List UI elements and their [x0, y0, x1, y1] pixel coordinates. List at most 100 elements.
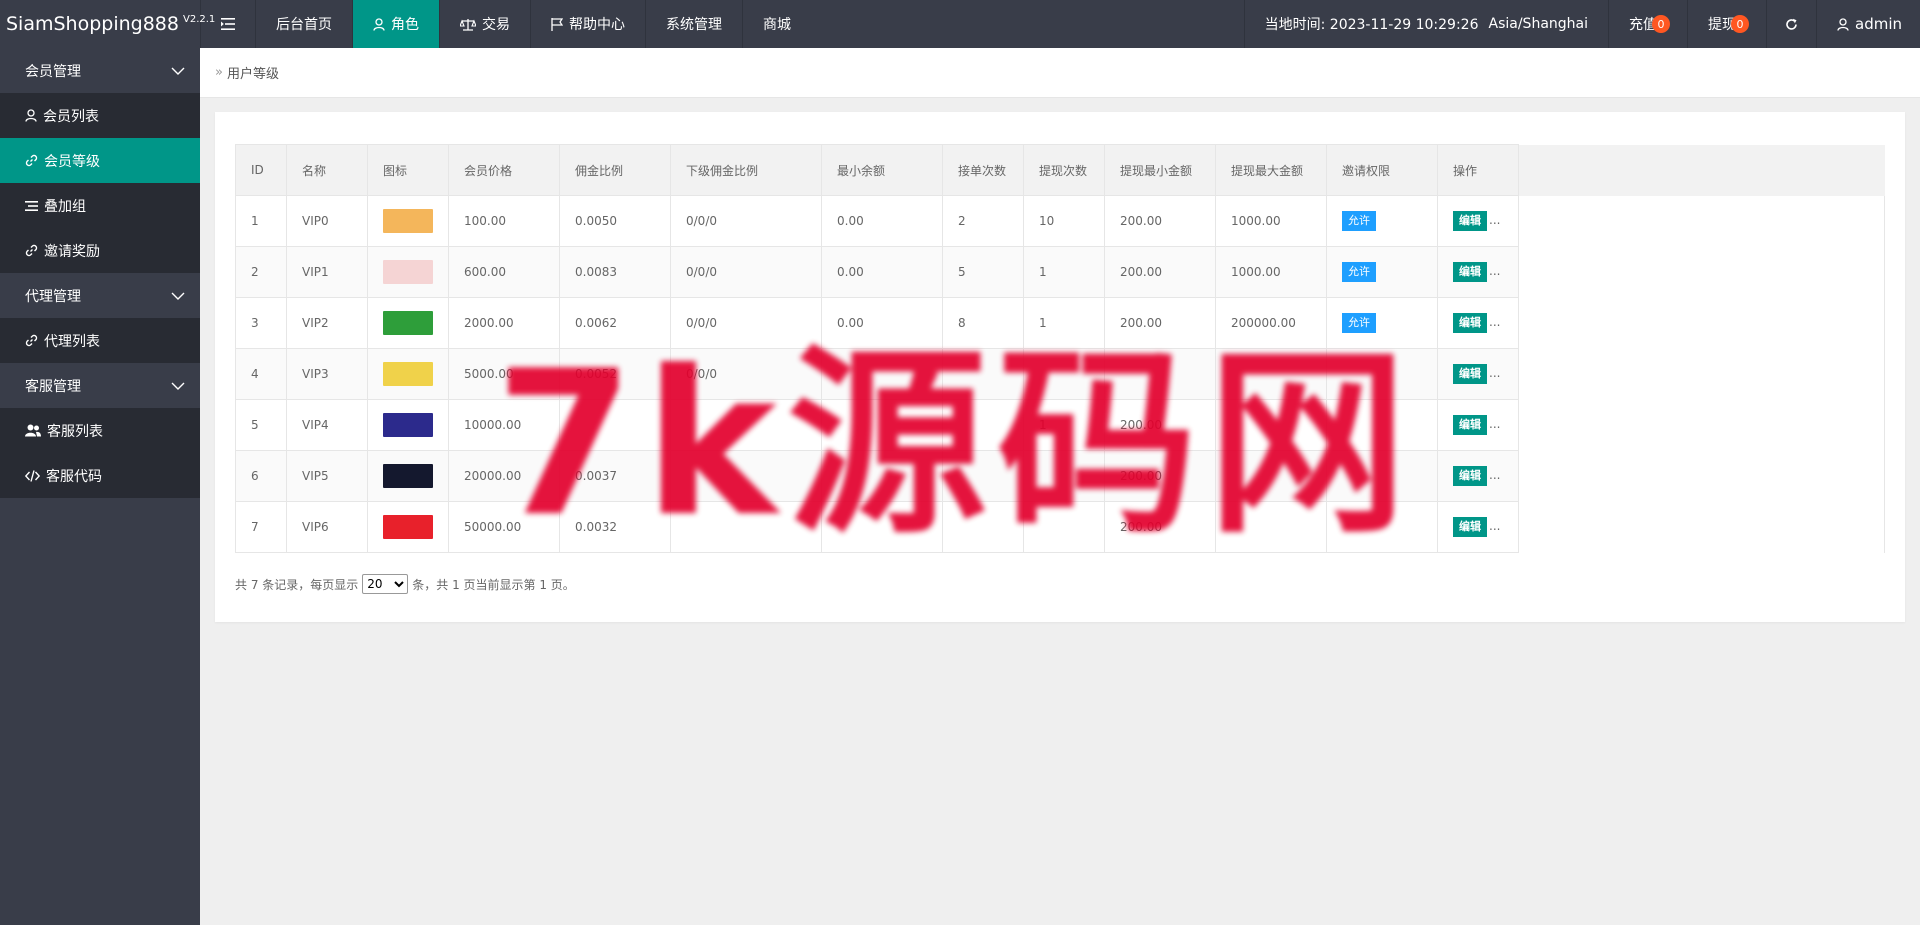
edit-button[interactable]: 编辑 — [1453, 466, 1487, 486]
nav-role-label: 角色 — [391, 17, 419, 33]
nav-system[interactable]: 系统管理 — [645, 0, 742, 48]
user-name: admin — [1855, 15, 1902, 33]
app-title: SiamShopping888 — [6, 13, 179, 35]
table-cell — [942, 399, 1024, 451]
chevron-down-icon — [171, 382, 185, 390]
sidebar-item-member-level[interactable]: 会员等级 — [0, 138, 200, 183]
nav-mall[interactable]: 商城 — [742, 0, 811, 48]
sidebar-item-label: 会员列表 — [43, 108, 99, 125]
sidebar-item-service-list[interactable]: 客服列表 — [0, 408, 200, 453]
nav-role[interactable]: 角色 — [352, 0, 439, 48]
user-icon — [373, 17, 385, 31]
nav-home[interactable]: 后台首页 — [255, 0, 352, 48]
table-cell — [670, 501, 822, 553]
more-actions[interactable]: ... — [1489, 315, 1500, 329]
chevron-down-icon — [171, 67, 185, 75]
level-thumbnail — [383, 464, 433, 488]
sidebar-item-member-list[interactable]: 会员列表 — [0, 93, 200, 138]
col-icon: 图标 — [367, 144, 449, 196]
more-actions[interactable]: ... — [1489, 417, 1500, 431]
level-table-card: ID 名称 图标 会员价格 佣金比例 下级佣金比例 最小余额 接单次数 提现次数… — [215, 112, 1905, 622]
col-id: ID — [235, 144, 287, 196]
withdraw-button[interactable]: 提现 0 — [1687, 0, 1766, 48]
user-menu[interactable]: admin — [1816, 0, 1920, 48]
table-cell: 0.0050 — [559, 195, 671, 247]
level-icon-cell — [367, 348, 449, 400]
sidebar-item-stack-group[interactable]: 叠加组 — [0, 183, 200, 228]
table-row: 5 VIP4 10000.00 1 200.00 编辑... — [235, 399, 1885, 451]
edit-button[interactable]: 编辑 — [1453, 313, 1487, 333]
allow-button[interactable]: 允许 — [1342, 211, 1376, 231]
table-cell: 20000.00 — [448, 450, 560, 502]
invite-permission-cell — [1326, 450, 1438, 502]
more-actions[interactable]: ... — [1489, 468, 1500, 482]
link-icon — [25, 244, 38, 257]
table-cell: 4 — [235, 348, 287, 400]
table-row: 6 VIP5 20000.00 0.0037 200.00 编辑... — [235, 450, 1885, 502]
users-icon — [25, 424, 41, 437]
col-name: 名称 — [286, 144, 368, 196]
table-cell: 5 — [942, 246, 1024, 298]
col-sub-commission: 下级佣金比例 — [670, 144, 822, 196]
nav-system-label: 系统管理 — [666, 17, 722, 33]
more-actions[interactable]: ... — [1489, 213, 1500, 227]
edit-button[interactable]: 编辑 — [1453, 415, 1487, 435]
edit-button[interactable]: 编辑 — [1453, 211, 1487, 231]
nav-trade[interactable]: 交易 — [439, 0, 530, 48]
table-cell: 0.0062 — [559, 297, 671, 349]
recharge-button[interactable]: 充值 0 — [1608, 0, 1687, 48]
table-cell: VIP3 — [286, 348, 368, 400]
table-cell — [821, 450, 943, 502]
table-cell: 0/0/0 — [670, 195, 822, 247]
local-time-text: 当地时间: 2023-11-29 10:29:26 — [1264, 17, 1479, 33]
table-cell: 50000.00 — [448, 501, 560, 553]
col-price: 会员价格 — [448, 144, 560, 196]
table-cell — [1023, 450, 1105, 502]
col-invite-permission: 邀请权限 — [1326, 144, 1438, 196]
col-withdraw-min: 提现最小金额 — [1104, 144, 1216, 196]
row-filler — [1518, 399, 1885, 451]
more-actions[interactable]: ... — [1489, 264, 1500, 278]
app-logo[interactable]: SiamShopping888 V2.2.1 — [0, 0, 215, 48]
invite-permission-cell: 允许 — [1326, 195, 1438, 247]
table-cell: 200.00 — [1104, 297, 1216, 349]
more-actions[interactable]: ... — [1489, 519, 1500, 533]
table-cell: 200.00 — [1104, 399, 1216, 451]
allow-button[interactable]: 允许 — [1342, 313, 1376, 333]
table-cell: VIP1 — [286, 246, 368, 298]
nav-trade-label: 交易 — [482, 17, 510, 33]
table-cell: VIP5 — [286, 450, 368, 502]
sidebar-item-service-code[interactable]: 客服代码 — [0, 453, 200, 498]
sidebar-group-member[interactable]: 会员管理 — [0, 48, 200, 93]
actions-cell: 编辑... — [1437, 246, 1519, 298]
sidebar-item-invite-reward[interactable]: 邀请奖励 — [0, 228, 200, 273]
edit-button[interactable]: 编辑 — [1453, 517, 1487, 537]
allow-button[interactable]: 允许 — [1342, 262, 1376, 282]
table-cell — [1023, 348, 1105, 400]
table-cell: 10 — [1023, 195, 1105, 247]
actions-cell: 编辑... — [1437, 501, 1519, 553]
member-level-table: ID 名称 图标 会员价格 佣金比例 下级佣金比例 最小余额 接单次数 提现次数… — [235, 144, 1885, 553]
table-cell: 0.0037 — [559, 450, 671, 502]
nav-home-label: 后台首页 — [276, 17, 332, 33]
level-icon-cell — [367, 399, 449, 451]
sidebar-item-agent-list[interactable]: 代理列表 — [0, 318, 200, 363]
table-cell: 8 — [942, 297, 1024, 349]
main-content: » 用户等级 ID 名称 图标 会员价格 佣金比例 下级佣金比例 最小余额 接单… — [200, 48, 1920, 925]
edit-button[interactable]: 编辑 — [1453, 262, 1487, 282]
scale-icon — [460, 18, 476, 31]
sidebar-group-service[interactable]: 客服管理 — [0, 363, 200, 408]
more-actions[interactable]: ... — [1489, 366, 1500, 380]
edit-button[interactable]: 编辑 — [1453, 364, 1487, 384]
sidebar-group-agent[interactable]: 代理管理 — [0, 273, 200, 318]
sidebar-item-label: 代理列表 — [44, 333, 100, 350]
nav-help[interactable]: 帮助中心 — [530, 0, 645, 48]
user-icon — [25, 109, 37, 122]
refresh-button[interactable] — [1766, 0, 1816, 48]
table-cell: 0/0/0 — [670, 348, 822, 400]
table-cell: 200.00 — [1104, 246, 1216, 298]
col-min-balance: 最小余额 — [821, 144, 943, 196]
table-cell: VIP0 — [286, 195, 368, 247]
table-cell — [1215, 399, 1327, 451]
page-size-select[interactable]: 102050 — [362, 574, 409, 594]
